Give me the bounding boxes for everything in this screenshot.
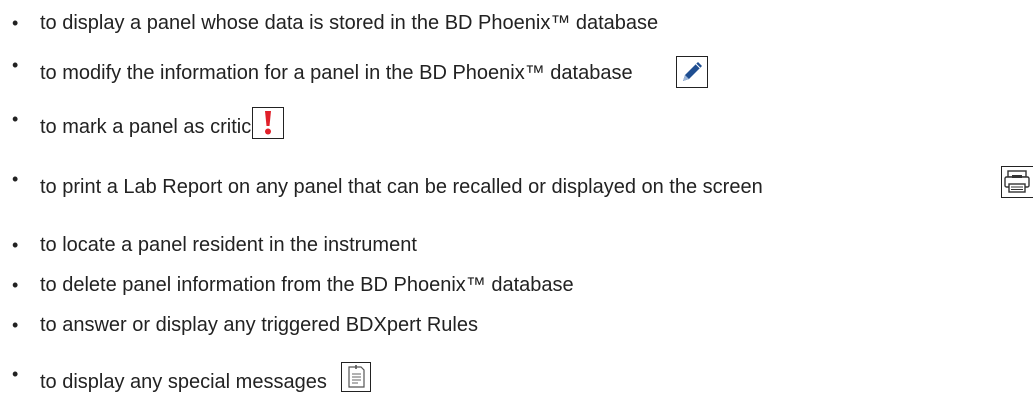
bullet-dot: •	[12, 235, 19, 255]
bullet-dot: •	[12, 55, 19, 75]
bullet-dot: •	[12, 109, 19, 129]
bullet-dot: •	[12, 169, 19, 189]
exclamation-icon[interactable]	[252, 107, 284, 139]
list-item-text: to display any special messages	[40, 371, 327, 393]
list-item-text: to mark a panel as critical	[40, 116, 267, 138]
feature-bullet-list: • to display a panel whose data is store…	[0, 0, 1033, 401]
list-item-text: to locate a panel resident in the instru…	[40, 234, 417, 256]
printer-icon[interactable]	[1001, 166, 1033, 198]
list-item-text: to print a Lab Report on any panel that …	[40, 176, 763, 198]
note-icon[interactable]	[341, 362, 371, 392]
list-item-text: to answer or display any triggered BDXpe…	[40, 314, 478, 336]
bullet-dot: •	[12, 13, 19, 33]
list-item-text: to display a panel whose data is stored …	[40, 12, 659, 34]
bullet-dot: •	[12, 275, 19, 295]
bullet-dot: •	[12, 364, 19, 384]
list-item-text: to delete panel information from the BD …	[40, 274, 574, 296]
bullet-dot: •	[12, 315, 19, 335]
pencil-icon[interactable]	[676, 56, 708, 88]
list-item-text: to modify the information for a panel in…	[40, 62, 633, 84]
